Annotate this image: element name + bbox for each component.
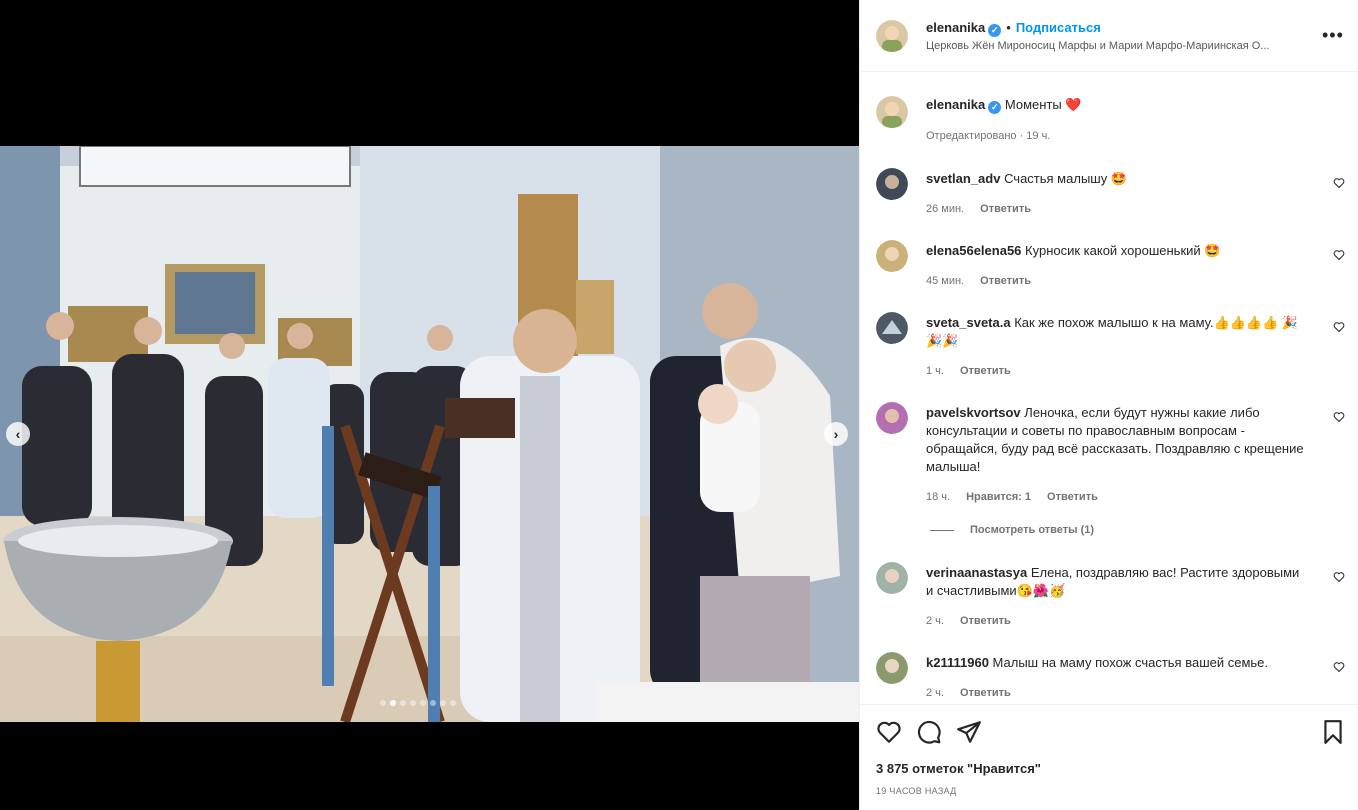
carousel-dot <box>450 700 456 706</box>
comment-username[interactable]: svetlan_adv <box>926 171 1000 186</box>
comment-time[interactable]: 2 ч. <box>926 687 944 699</box>
comment-time[interactable]: 45 мин. <box>926 275 964 287</box>
comment-username[interactable]: k21111960 <box>926 655 989 670</box>
header-user-line: elenanika ✓ • Подписаться <box>926 20 1101 37</box>
caption-meta: Отредактировано · 19 ч. <box>926 130 1051 142</box>
post-timestamp: 19 ЧАСОВ НАЗАД <box>876 786 957 796</box>
commenter-avatar[interactable] <box>876 312 908 344</box>
comment-meta: 1 ч. Ответить <box>926 365 1027 377</box>
share-icon[interactable] <box>956 719 982 745</box>
carousel-dot <box>420 700 426 706</box>
follow-button[interactable]: Подписаться <box>1016 20 1101 35</box>
post-actions: 3 875 отметок "Нравится" 19 ЧАСОВ НАЗАД <box>860 704 1358 810</box>
reply-button[interactable]: Ответить <box>980 275 1031 287</box>
comment-username[interactable]: pavelskvortsov <box>926 405 1021 420</box>
post-side-panel: elenanika ✓ • Подписаться Церковь Жён Мирон… <box>859 0 1358 810</box>
carousel-dot <box>410 700 416 706</box>
comment-time[interactable]: 2 ч. <box>926 615 944 627</box>
separator-dot: • <box>1006 20 1011 35</box>
caption-heart-emoji: ❤️ <box>1065 97 1082 112</box>
comment-text: Счастья малышу 🤩 <box>1004 171 1128 186</box>
verified-badge-icon: ✓ <box>988 24 1002 37</box>
commenter-avatar[interactable] <box>876 240 908 272</box>
replies-divider <box>930 529 954 531</box>
comment-username[interactable]: verinaanastasya <box>926 565 1027 580</box>
comment-time[interactable]: 1 ч. <box>926 365 944 377</box>
comment-body: verinaanastasya Елена, поздравляю вас! Р… <box>926 564 1306 600</box>
post-caption: elenanika ✓ Моменты ❤️ <box>926 97 1082 114</box>
post-header: elenanika ✓ • Подписаться Церковь Жён Мирон… <box>860 0 1358 72</box>
comment-like-heart-icon[interactable] <box>1333 177 1345 189</box>
caption-username[interactable]: elenanika <box>926 97 985 112</box>
post-photo[interactable] <box>0 146 859 722</box>
comment-time[interactable]: 26 мин. <box>926 203 964 215</box>
author-avatar[interactable] <box>876 20 908 52</box>
reply-button[interactable]: Ответить <box>960 365 1011 377</box>
reply-button[interactable]: Ответить <box>960 615 1011 627</box>
comment-body: pavelskvortsov Леночка, если будут нужны… <box>926 404 1306 476</box>
commenter-avatar[interactable] <box>876 168 908 200</box>
comment-like-heart-icon[interactable] <box>1333 249 1345 261</box>
bookmark-icon[interactable] <box>1320 719 1346 745</box>
verified-badge-icon: ✓ <box>988 101 1002 114</box>
carousel-dot <box>440 700 446 706</box>
comment-meta: 2 ч. Ответить <box>926 687 1027 699</box>
carousel-dot <box>380 700 386 706</box>
comment-body: sveta_sveta.a Как же похож малышо к на м… <box>926 314 1306 350</box>
comment-like-heart-icon[interactable] <box>1333 661 1345 673</box>
comment-meta: 45 мин. Ответить <box>926 275 1047 287</box>
carousel-dot <box>400 700 406 706</box>
comment-body: svetlan_adv Счастья малышу 🤩 <box>926 170 1306 188</box>
reply-button[interactable]: Ответить <box>960 687 1011 699</box>
comment-text: Малыш на маму похож счастья вашей семье. <box>992 655 1269 670</box>
reply-button[interactable]: Ответить <box>980 203 1031 215</box>
carousel-indicator <box>380 700 456 706</box>
comment-like-heart-icon[interactable] <box>1333 321 1345 333</box>
comment-time[interactable]: 18 ч. <box>926 491 950 503</box>
comment-username[interactable]: sveta_sveta.a <box>926 315 1011 330</box>
more-options-icon[interactable]: ••• <box>1322 26 1344 44</box>
caption-avatar[interactable] <box>876 96 908 128</box>
comment-username[interactable]: elena56elena56 <box>926 243 1021 258</box>
likes-count[interactable]: 3 875 отметок "Нравится" <box>876 761 1041 776</box>
comment-text: Курносик какой хорошенький 🤩 <box>1025 243 1221 258</box>
comment-like-heart-icon[interactable] <box>1333 411 1345 423</box>
comment-likes-count[interactable]: Нравится: 1 <box>966 491 1031 503</box>
view-replies-label: Посмотреть ответы (1) <box>970 524 1095 536</box>
commenter-avatar[interactable] <box>876 652 908 684</box>
comment-body: k21111960 Малыш на маму похож счастья ва… <box>926 654 1306 672</box>
comment-body: elena56elena56 Курносик какой хорошеньки… <box>926 242 1306 260</box>
carousel-prev-button[interactable]: ‹ <box>6 422 30 446</box>
comment-meta: 18 ч. Нравится: 1 Ответить <box>926 491 1114 503</box>
commenter-avatar[interactable] <box>876 562 908 594</box>
carousel-next-button[interactable]: › <box>824 422 848 446</box>
comment-meta: 26 мин. Ответить <box>926 203 1047 215</box>
comment-icon[interactable] <box>916 719 942 745</box>
reply-button[interactable]: Ответить <box>1047 491 1098 503</box>
comment-meta: 2 ч. Ответить <box>926 615 1027 627</box>
view-replies-button[interactable]: Посмотреть ответы (1) <box>930 524 1094 536</box>
carousel-dot-active <box>390 700 396 706</box>
heart-icon[interactable] <box>876 719 902 745</box>
post-location[interactable]: Церковь Жён Мироносиц Марфы и Марии Марф… <box>926 40 1306 52</box>
carousel-dot <box>430 700 436 706</box>
post-media: ‹ › <box>0 0 859 810</box>
commenter-avatar[interactable] <box>876 402 908 434</box>
comment-like-heart-icon[interactable] <box>1333 571 1345 583</box>
author-username[interactable]: elenanika <box>926 20 985 35</box>
caption-text: Моменты <box>1004 97 1062 112</box>
